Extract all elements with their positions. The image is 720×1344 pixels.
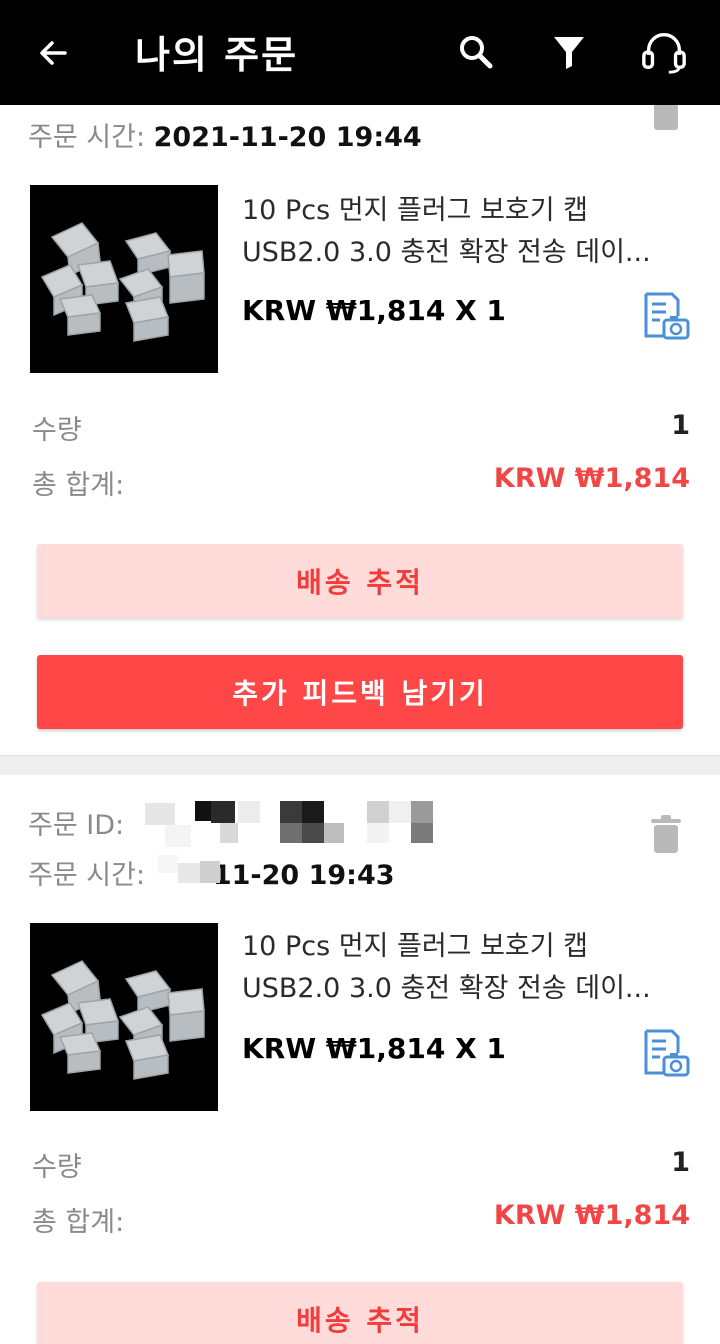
product-title-line1: 10 Pcs 먼지 플러그 보호기 캡 (242, 931, 589, 962)
headset-icon[interactable] (640, 28, 688, 76)
order-id-label: 주문 ID: (28, 810, 125, 841)
quantity-label: 수량 (32, 1152, 82, 1183)
filter-icon[interactable] (545, 28, 593, 76)
product-title-line1: 10 Pcs 먼지 플러그 보호기 캡 (242, 195, 589, 226)
quantity-label: 수량 (32, 415, 82, 446)
receipt-camera-icon[interactable] (640, 290, 692, 342)
order-time: 주문 시간: 2021-11-20 19:44 (28, 115, 422, 154)
product-image[interactable] (30, 923, 218, 1111)
order-time-value: 2021-11-20 19:44 (153, 122, 422, 153)
product-price: KRW ₩1,814 X 1 (242, 294, 506, 327)
order-card: 주문 ID: 주문 시간: -11-20 19:43 10 Pcs 먼지 플러그… (0, 775, 720, 1344)
product-title[interactable]: 10 Pcs 먼지 플러그 보호기 캡 USB2.0 3.0 충전 확장 전송 … (242, 190, 690, 274)
total-label: 총 합계: (32, 470, 125, 501)
track-shipping-button[interactable]: 배송 추적 (37, 1282, 683, 1344)
order-id: 주문 ID: (28, 803, 124, 842)
order-time-label: 주문 시간: (28, 122, 146, 153)
product-price: KRW ₩1,814 X 1 (242, 1032, 506, 1065)
redacted-order-year (158, 855, 233, 891)
page-title: 나의 주문 (135, 33, 299, 77)
back-arrow-icon[interactable] (30, 30, 76, 76)
product-title-line2: USB2.0 3.0 충전 확장 전송 데이... (242, 973, 651, 1004)
track-shipping-button[interactable]: 배송 추적 (37, 544, 683, 618)
product-title[interactable]: 10 Pcs 먼지 플러그 보호기 캡 USB2.0 3.0 충전 확장 전송 … (242, 926, 690, 1010)
total-value: KRW ₩1,814 (493, 1200, 690, 1231)
product-title-line2: USB2.0 3.0 충전 확장 전송 데이... (242, 237, 651, 268)
receipt-camera-icon[interactable] (640, 1027, 692, 1079)
order-card: 주문 시간: 2021-11-20 19:44 10 Pcs 먼지 플러그 보호… (0, 0, 720, 755)
leave-feedback-button[interactable]: 추가 피드백 남기기 (37, 655, 683, 729)
order-time-label: 주문 시간: (28, 860, 146, 891)
redacted-order-id (145, 799, 435, 851)
top-bar: 나의 주문 (0, 0, 720, 105)
search-icon[interactable] (452, 28, 500, 76)
trash-icon[interactable] (648, 815, 684, 855)
total-label: 총 합계: (32, 1207, 125, 1238)
my-orders-screen: 나의 주문 주문 시간: 2021-11-20 19:44 10 Pcs 먼지 … (0, 0, 720, 1344)
total-value: KRW ₩1,814 (493, 463, 690, 494)
quantity-value: 1 (671, 410, 690, 441)
product-image[interactable] (30, 185, 218, 373)
quantity-value: 1 (671, 1147, 690, 1178)
card-separator (0, 755, 720, 775)
